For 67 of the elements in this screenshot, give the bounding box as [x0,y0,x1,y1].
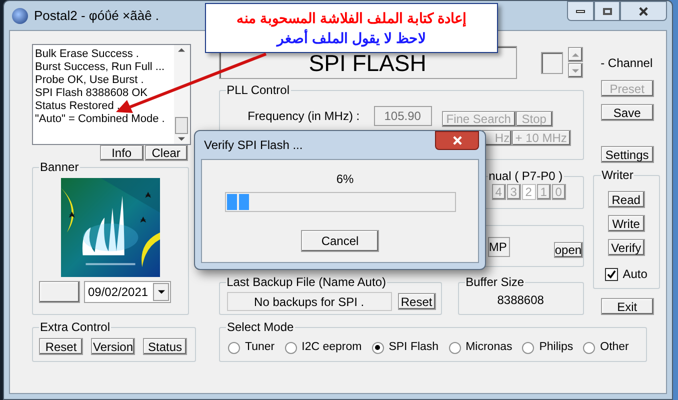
date-picker[interactable]: 09/02/2021 [84,281,171,303]
radio-label: Tuner [245,340,275,355]
info-button[interactable]: Info [100,145,144,161]
window-title: Postal2 - φóΰé ×ãàê . [34,6,160,25]
writer-button[interactable]: Write [608,215,645,232]
frequency-field: 105.90 [374,106,432,126]
minimize-button[interactable] [567,1,594,21]
radio-button[interactable] [583,342,596,354]
clear-button[interactable]: Clear [144,145,188,161]
exit-button[interactable]: Exit [600,298,654,315]
group-title: Last Backup File (Name Auto) [226,275,387,289]
radio-label: Other [600,340,629,355]
writer-button[interactable]: Read [608,191,645,208]
log-list[interactable]: Bulk Erase Success . Burst Success, Run Full ... Probe OK, Use Burst . SPI Flash 8388608 OK Status Restored . "Auto" = Combined Mode . [32,44,191,145]
channel-box [540,52,563,74]
extra-control-button[interactable]: Reset [39,338,83,355]
group-title: Select Mode [226,320,295,334]
app-icon [12,8,28,24]
scroll-thumb[interactable] [175,117,188,134]
buffer-size-value: 8388608 [496,292,545,309]
dialog-title: Verify SPI Flash ... [204,137,303,154]
group-title: Banner [39,160,80,174]
spin-down-button[interactable] [568,63,583,78]
side-button[interactable]: Save [600,104,654,121]
open-button[interactable]: open [554,242,583,258]
check-icon [606,270,616,278]
close-icon [639,6,648,16]
checkbox[interactable] [604,268,618,280]
side-button[interactable]: Settings [600,146,654,163]
group-title: Writer [600,168,634,182]
radio-button[interactable] [284,342,297,354]
spin-up-button[interactable] [568,47,583,62]
scrollbar[interactable] [174,45,190,144]
radio-button[interactable] [522,342,534,354]
reset-button[interactable]: Reset [398,293,436,310]
caret-icon [158,290,164,294]
group-title: PLL Control [226,83,291,97]
checkbox-label: Auto [622,266,648,283]
radio-label: Micronas [466,340,512,355]
radio-button[interactable] [448,342,461,354]
dropdown-button[interactable] [153,283,169,301]
extra-control-button[interactable]: Status [143,338,187,355]
close-icon [452,136,462,145]
scroll-up-icon[interactable] [178,48,186,52]
frequency-label: Frequency (in MHz) : [248,108,360,125]
scroll-down-icon[interactable] [178,137,186,141]
radio-button[interactable] [372,342,384,354]
group-title: Extra Control [39,320,112,334]
close-button[interactable] [620,1,667,21]
callout-line: إعادة كتابة الملف الفلاشة المسحوبة منه [236,9,467,28]
maximize-button[interactable] [594,1,620,21]
radio-button[interactable] [228,342,240,354]
progress-percent: 6% [336,171,354,188]
backup-file-field: No backups for SPI . [226,292,392,311]
radio-label: SPI Flash [388,340,439,355]
group-title: Buffer Size [464,275,526,289]
writer-button[interactable]: Verify [608,239,645,256]
channel-label: - Channel [600,56,654,70]
callout-line: لاحظ لا يقول الملف أصغر [277,28,426,48]
close-button[interactable] [435,131,479,150]
file-field: MP [488,237,510,257]
blank-button[interactable] [39,281,80,303]
cancel-button[interactable]: Cancel [301,230,379,252]
extra-control-button[interactable]: Version [91,338,135,355]
group-title: nual ( P7-P0 ) [488,169,564,183]
radio-label: I2C eeprom [302,340,362,355]
radio-label: Philips [539,340,574,355]
